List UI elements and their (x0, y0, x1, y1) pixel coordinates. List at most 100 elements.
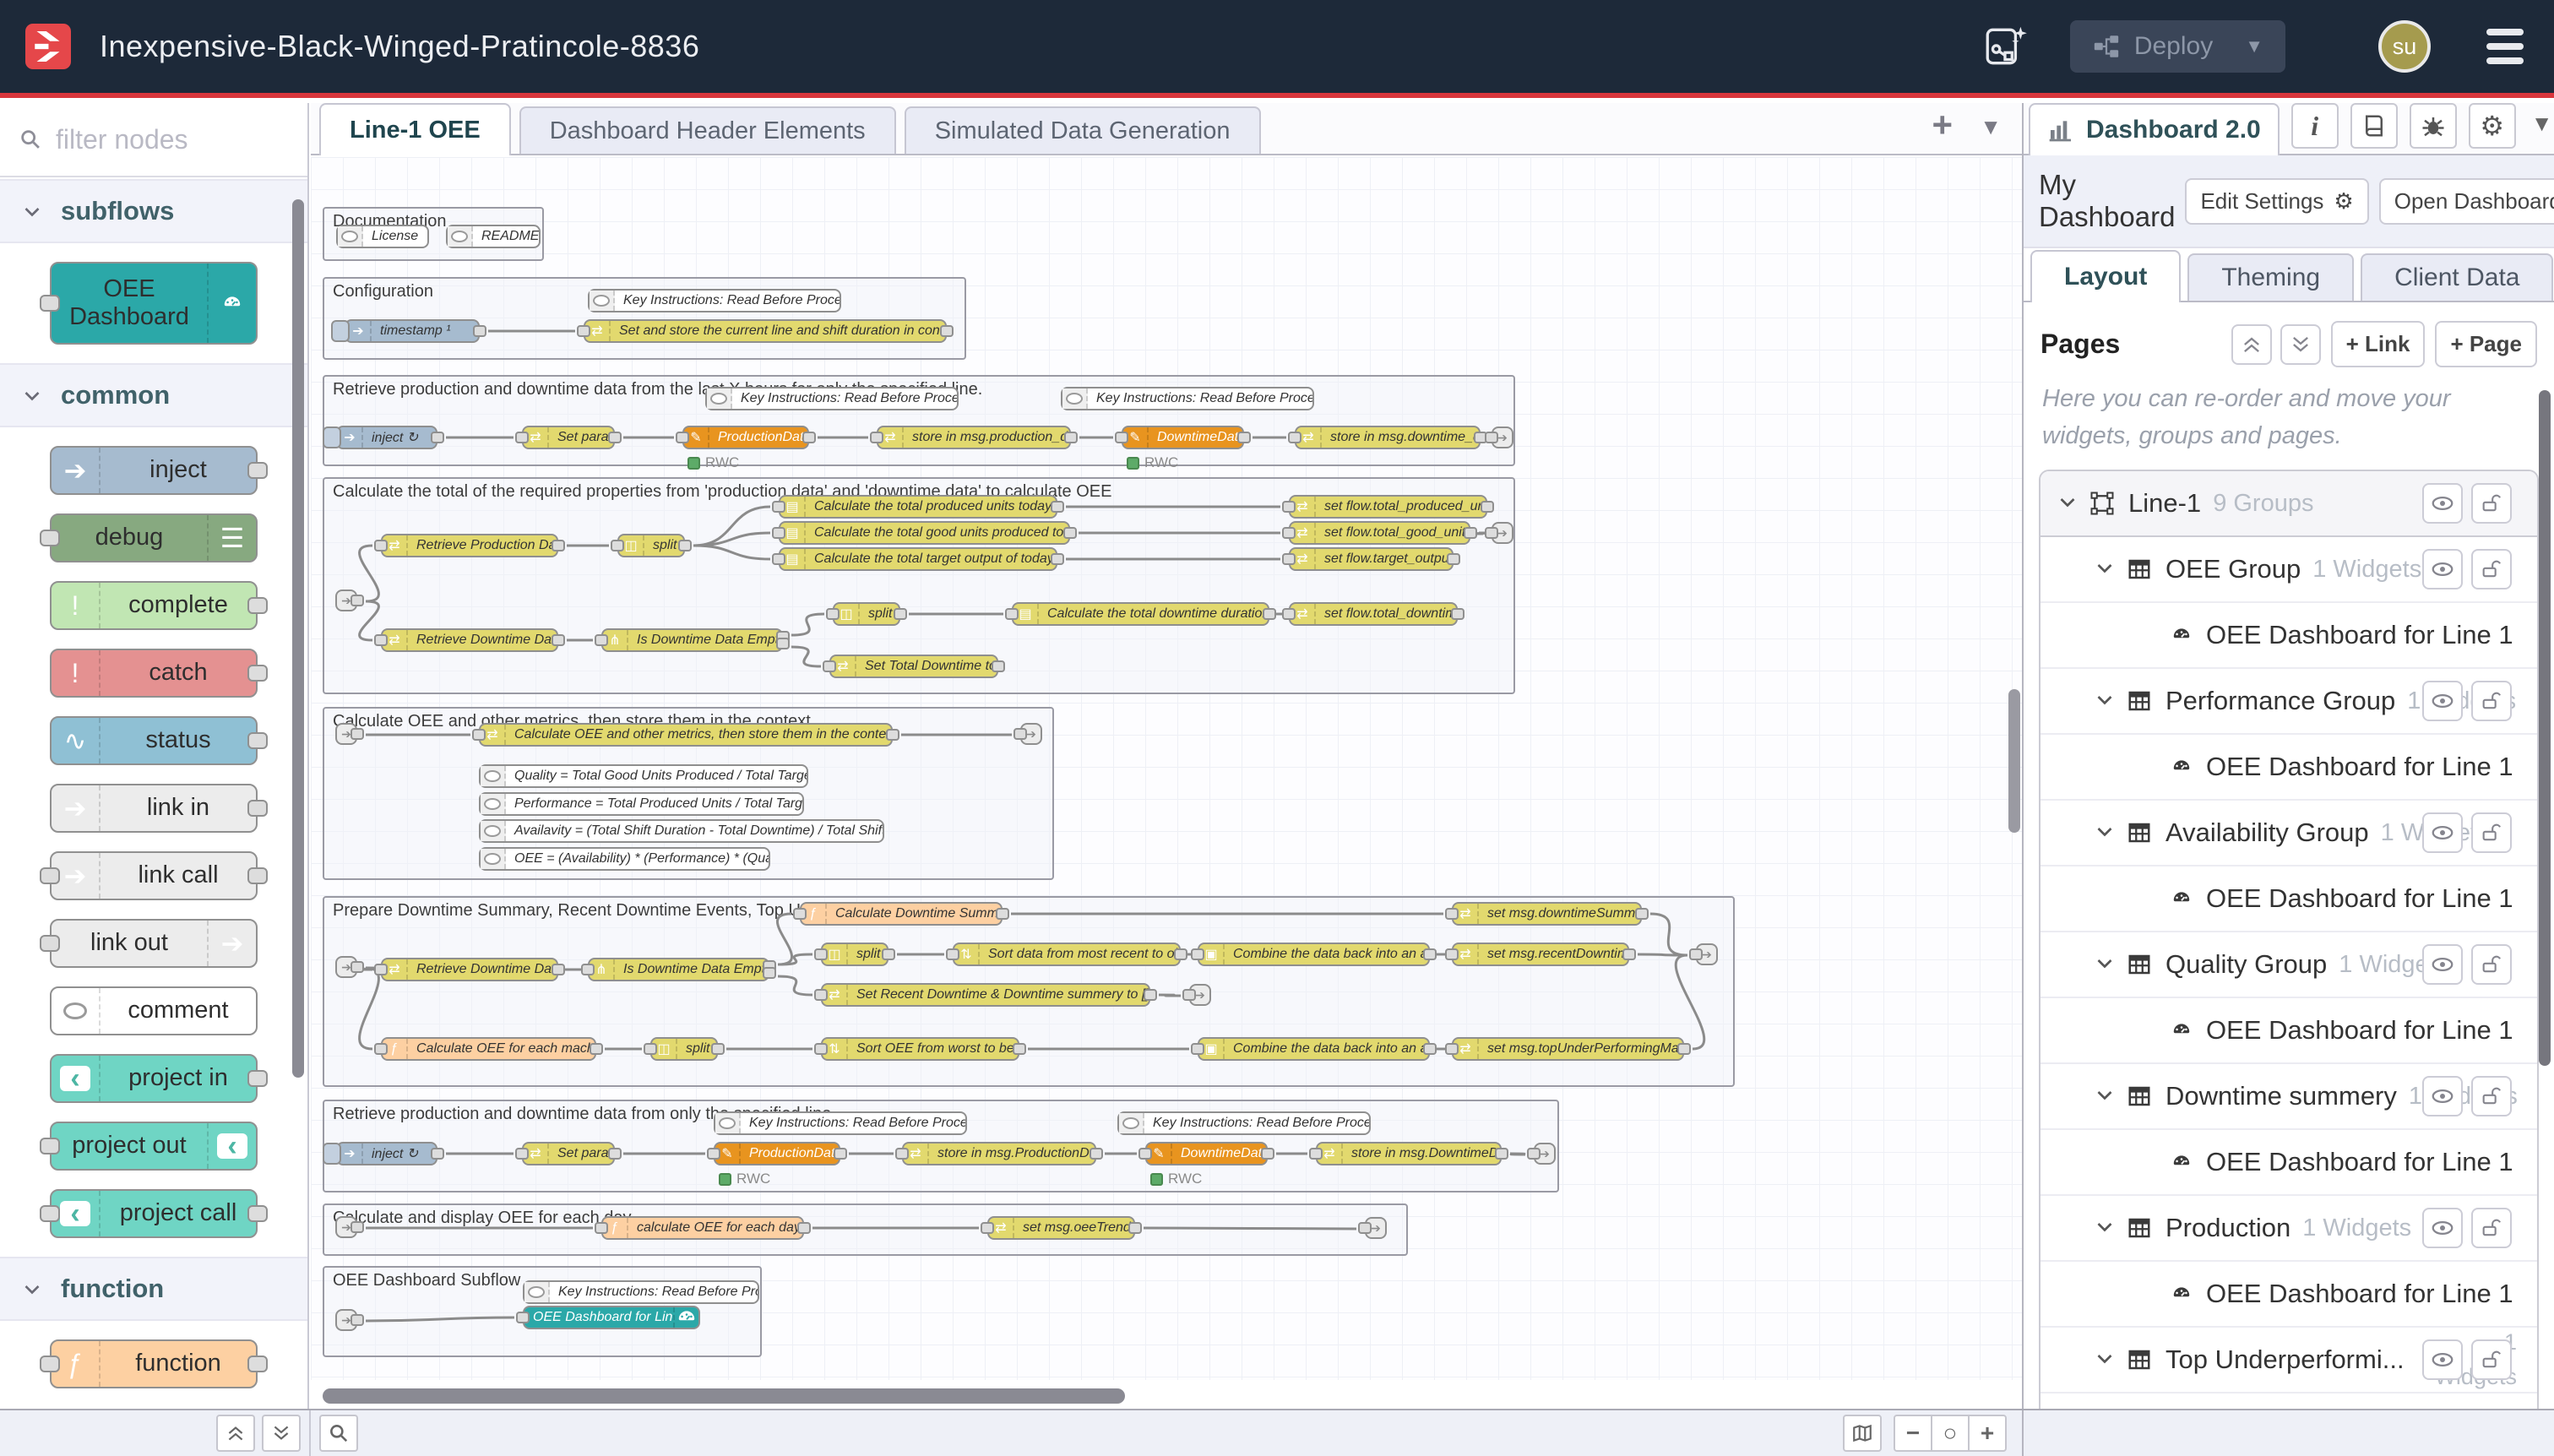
output-port[interactable] (1677, 1043, 1691, 1055)
flow-node-split[interactable]: ◫split (821, 943, 888, 966)
input-port[interactable] (1005, 608, 1019, 620)
input-port[interactable] (823, 660, 836, 672)
palette-node-link-call[interactable]: ➔link call (50, 851, 258, 900)
tree-row-widget[interactable]: OEE Dashboard for Line 1 (2040, 603, 2537, 669)
flow-node-inject-↻[interactable]: ➔inject ↻ (336, 1142, 437, 1165)
flow-node-ProductionData[interactable]: ✎ProductionDataRWC (682, 426, 809, 449)
output-port[interactable] (1447, 553, 1460, 565)
output-port[interactable] (1128, 1222, 1142, 1234)
output-port[interactable] (247, 462, 268, 479)
tree-row-group[interactable]: Performance Group1 Widgets (2040, 669, 2537, 735)
tree-row-group[interactable]: Top Underperformi...1Widgets (2040, 1328, 2537, 1394)
settings-tab-button[interactable]: ⚙ (2469, 103, 2516, 149)
flow-node-Key-Instructions:-Read-Before-Proceeding[interactable]: Key Instructions: Read Before Proceeding (588, 289, 841, 312)
output-port[interactable] (1064, 432, 1078, 443)
output-port[interactable] (350, 1221, 364, 1233)
flow-node-ProductionData[interactable]: ✎ProductionDataRWC (714, 1142, 840, 1165)
flow-node-link[interactable]: ➔ (335, 1216, 357, 1238)
lock-toggle-button[interactable] (2471, 812, 2512, 853)
output-port[interactable] (940, 325, 954, 337)
canvas-horizontal-scrollbar[interactable] (323, 1388, 1125, 1404)
visibility-toggle-button[interactable] (2422, 1339, 2463, 1380)
deploy-button[interactable]: Deploy ▼ (2070, 20, 2285, 73)
tree-row-group[interactable]: Production1 Widgets (2040, 1196, 2537, 1262)
input-port[interactable] (515, 432, 529, 443)
flow-node-Combine-the-data-back-into-an-array.[interactable]: ▣Combine the data back into an array. (1198, 943, 1430, 966)
visibility-toggle-button[interactable] (2422, 549, 2463, 589)
palette-expand-button[interactable] (262, 1415, 301, 1452)
output-port[interactable] (350, 728, 364, 740)
visibility-toggle-button[interactable] (2422, 681, 2463, 721)
palette-scrollbar[interactable] (292, 199, 304, 1078)
palette-node-project-out[interactable]: project out‹ (50, 1122, 258, 1171)
tree-row-group[interactable]: Availability Group1 Widgets (2040, 801, 2537, 867)
flow-canvas[interactable]: DocumentationConfigurationRetrieve produ… (311, 157, 2022, 1380)
output-port[interactable] (678, 540, 692, 551)
tree-row-widget[interactable]: OEE Dashboard for Line 1 (2040, 867, 2537, 932)
tree-row-widget[interactable]: OEE Dashboard for Line 1 (2040, 998, 2537, 1064)
output-port[interactable] (247, 597, 268, 614)
output-port[interactable] (552, 540, 565, 551)
input-port[interactable] (374, 540, 388, 551)
zoom-in-button[interactable]: + (1968, 1415, 2007, 1452)
output-port-2[interactable] (763, 967, 776, 979)
input-port[interactable] (793, 908, 807, 920)
input-port[interactable] (1282, 501, 1296, 513)
input-port[interactable] (946, 948, 959, 960)
output-port[interactable] (1090, 1148, 1103, 1160)
flow-node-calculate-OEE-for-each-day[interactable]: ƒcalculate OEE for each day (601, 1216, 804, 1240)
input-port[interactable] (1485, 527, 1498, 539)
input-port[interactable] (1115, 432, 1128, 443)
flow-node-link[interactable]: ➔ (335, 589, 357, 611)
input-port[interactable] (1445, 908, 1459, 920)
palette-node-OEE-Dashboard[interactable]: OEE Dashboard (50, 262, 258, 345)
input-port[interactable] (595, 634, 608, 646)
palette-node-link-out[interactable]: link out➔ (50, 919, 258, 968)
palette-search[interactable] (0, 103, 307, 177)
output-port[interactable] (350, 961, 364, 973)
output-port[interactable] (1481, 501, 1494, 513)
input-port[interactable] (40, 935, 60, 952)
inject-button[interactable] (331, 320, 350, 342)
palette-section-function[interactable]: function (0, 1257, 307, 1321)
info-tab-button[interactable]: i (2291, 103, 2339, 149)
output-port[interactable] (590, 1043, 603, 1055)
flow-node-link[interactable]: ➔ (1492, 426, 1513, 448)
output-port[interactable] (247, 1355, 268, 1372)
output-port[interactable] (1237, 432, 1251, 443)
output-port[interactable] (1464, 527, 1477, 539)
flow-node-Set-params[interactable]: ⇄Set params (522, 426, 615, 449)
input-port[interactable] (40, 867, 60, 884)
palette-node-function[interactable]: ƒfunction (50, 1339, 258, 1388)
flow-node-Calculate-OEE-for-each-machine[interactable]: ƒCalculate OEE for each machine (381, 1037, 596, 1061)
flow-node-Key-Instructions:-Read-Before-Proceeding[interactable]: Key Instructions: Read Before Proceeding (1061, 387, 1314, 410)
output-port[interactable] (1063, 527, 1077, 539)
output-port[interactable] (247, 1070, 268, 1087)
flow-node-store-in-msg.ProductionData[interactable]: ⇄store in msg.ProductionData (902, 1142, 1096, 1165)
flow-tab-Simulated-Data-Generation[interactable]: Simulated Data Generation (905, 106, 1261, 154)
output-port[interactable] (608, 432, 622, 443)
input-port[interactable] (1309, 1148, 1323, 1160)
input-port[interactable] (1288, 432, 1301, 443)
output-port[interactable] (247, 800, 268, 817)
visibility-toggle-button[interactable] (2422, 1076, 2463, 1116)
lock-toggle-button[interactable] (2471, 1076, 2512, 1116)
palette-collapse-button[interactable] (216, 1415, 255, 1452)
chevron-down-icon[interactable] (2095, 557, 2115, 582)
flow-node-Quality-=-Total-Good-Units-Produced-/-To[interactable]: Quality = Total Good Units Produced / To… (479, 764, 808, 788)
palette-node-status[interactable]: ∿status (50, 716, 258, 765)
input-port[interactable] (1013, 728, 1027, 740)
input-port[interactable] (577, 325, 590, 337)
output-port-2[interactable] (776, 638, 790, 649)
visibility-toggle-button[interactable] (2422, 944, 2463, 985)
output-port[interactable] (552, 634, 565, 646)
deploy-caret-icon[interactable]: ▼ (2245, 35, 2263, 57)
lock-toggle-button[interactable] (2471, 681, 2512, 721)
chevron-down-icon[interactable] (2057, 492, 2078, 516)
flow-node-Retrieve-Downtime-Data[interactable]: ⇄Retrieve Downtime Data (381, 958, 558, 981)
palette-filter-input[interactable] (56, 124, 267, 155)
palette-node-debug[interactable]: debug☰ (50, 513, 258, 562)
output-port[interactable] (431, 1148, 444, 1160)
flow-node-Availavity-=-(Total-Shift-Duration---Tot[interactable]: Availavity = (Total Shift Duration - Tot… (479, 819, 884, 843)
input-port[interactable] (772, 501, 785, 513)
